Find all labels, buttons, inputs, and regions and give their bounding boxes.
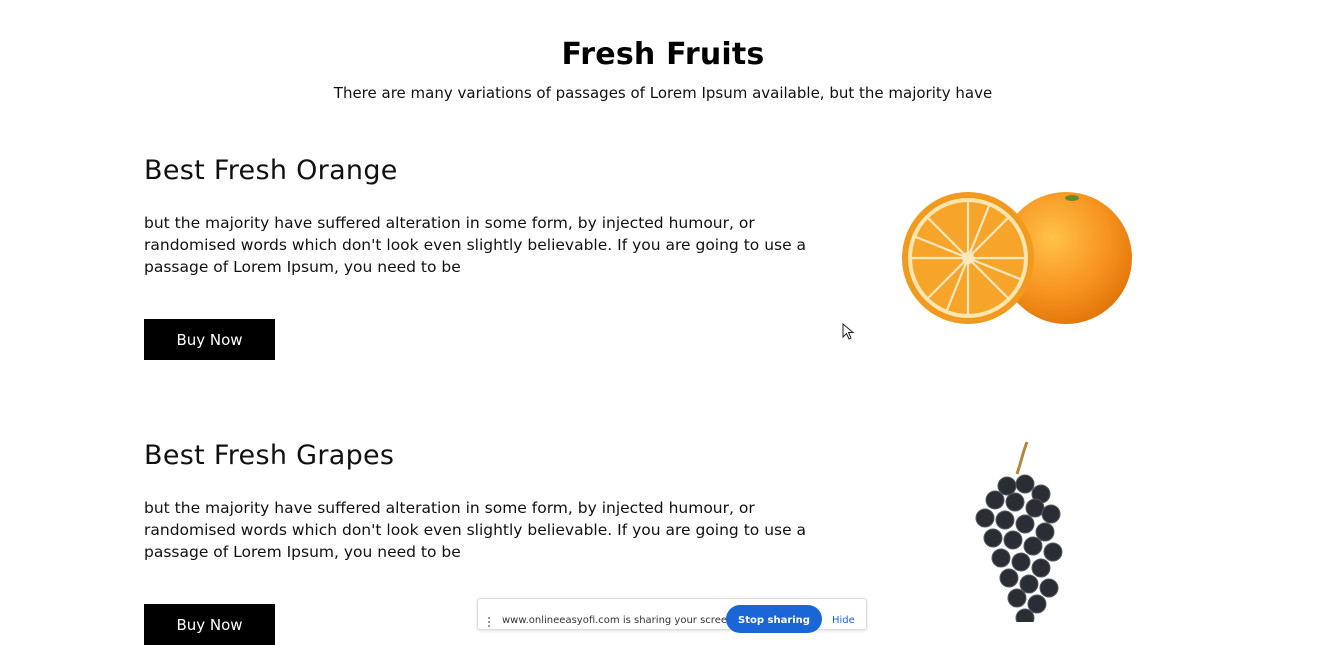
share-message: www.onlineeasyofi.com is sharing your sc… [502, 615, 734, 626]
orange-image [902, 192, 1132, 324]
product-description: but the majority have suffered alteratio… [144, 499, 807, 561]
drag-handle-icon[interactable] [488, 617, 496, 627]
page-title: Fresh Fruits [561, 37, 765, 72]
product-description: but the majority have suffered alteratio… [144, 214, 807, 276]
grapes-image [975, 441, 1063, 622]
page-subtitle: There are many variations of passages of… [333, 84, 993, 102]
page-header: Fresh Fruits There are many variations o… [0, 34, 1326, 102]
product-orange: Best Fresh Orange but the majority have … [144, 155, 844, 360]
product-title: Best Fresh Orange [144, 155, 398, 186]
product-grapes: Best Fresh Grapes but the majority have … [144, 440, 844, 645]
mouse-cursor-icon [842, 323, 855, 340]
screen-share-bar: www.onlineeasyofi.com is sharing your sc… [477, 598, 867, 633]
buy-now-button-orange[interactable]: Buy Now [144, 319, 275, 360]
hide-link[interactable]: Hide [832, 615, 855, 626]
product-title: Best Fresh Grapes [144, 440, 395, 471]
buy-now-button-grapes[interactable]: Buy Now [144, 604, 275, 645]
stop-sharing-button[interactable]: Stop sharing [726, 605, 822, 633]
